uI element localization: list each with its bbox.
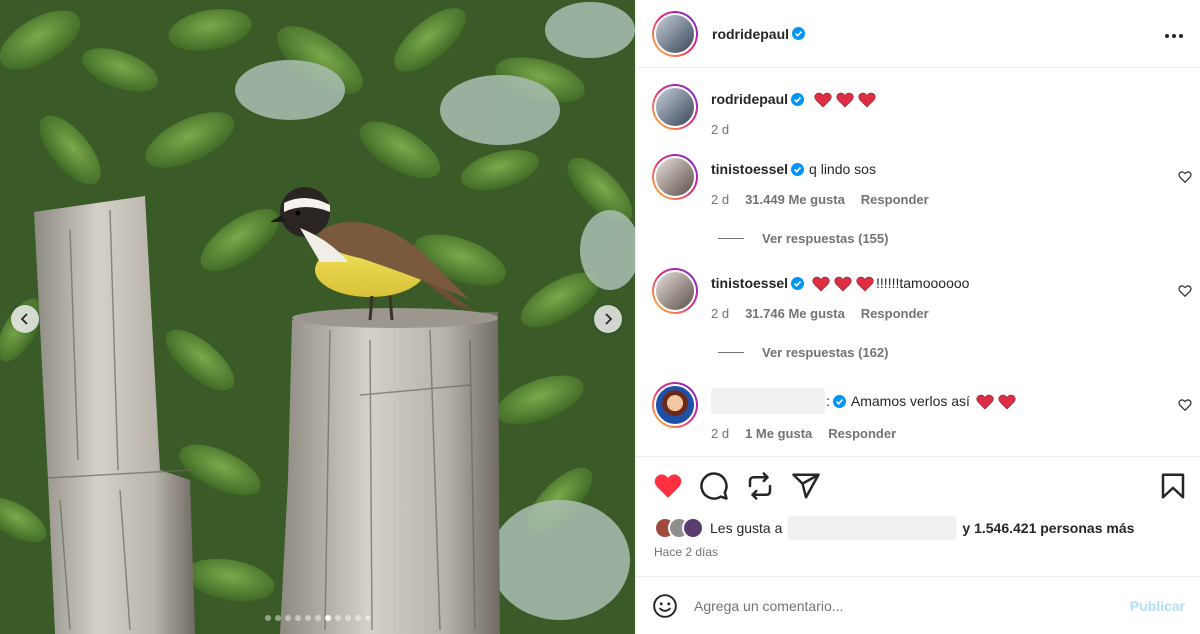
commenter-avatar[interactable] <box>652 154 698 200</box>
carousel-dot <box>264 615 271 621</box>
comment-username[interactable]: tinistoessel <box>711 160 788 178</box>
carousel-dot <box>344 615 351 621</box>
comment-icon[interactable] <box>699 471 729 501</box>
publish-button[interactable]: Publicar <box>1130 598 1185 614</box>
like-comment-heart-icon[interactable] <box>1178 398 1192 412</box>
verified-badge-icon <box>791 162 805 176</box>
view-replies-label: Ver respuestas (162) <box>762 345 889 360</box>
comment-text: !!!!!!tamoooooo <box>876 275 970 292</box>
verified-badge-icon <box>791 92 805 106</box>
comment-text: Amamos verlos así <box>850 393 970 409</box>
reply-button[interactable]: Responder <box>828 426 896 441</box>
redacted-username <box>711 388 825 414</box>
likes-summary: Les gusta a y 1.546.421 personas más <box>654 516 1134 540</box>
view-replies-button[interactable]: Ver respuestas (162) <box>718 345 888 360</box>
more-options-button[interactable] <box>1164 22 1184 45</box>
post-timestamp: Hace 2 días <box>654 545 719 559</box>
carousel-prev-button[interactable] <box>11 305 39 333</box>
post-actions <box>636 456 1200 516</box>
carousel-dot <box>334 615 341 621</box>
comment-composer: Publicar <box>636 576 1200 634</box>
post-details-panel: rodridepaul rodridepaul 2 d tinistoessel… <box>635 0 1200 634</box>
carousel-dot <box>274 615 281 621</box>
liked-heart-icon[interactable] <box>653 471 683 501</box>
post-caption: rodridepaul 2 d <box>652 84 1192 137</box>
carousel-next-button[interactable] <box>594 305 622 333</box>
comment-time: 2 d <box>711 426 730 441</box>
caption-avatar[interactable] <box>652 84 698 130</box>
comment-input[interactable] <box>694 597 1130 614</box>
save-bookmark-icon[interactable] <box>1158 471 1188 501</box>
like-comment-heart-icon[interactable] <box>1178 170 1192 184</box>
view-replies-button[interactable]: Ver respuestas (155) <box>718 231 888 246</box>
comment-hearts <box>808 274 874 292</box>
comment-hearts <box>972 392 1016 410</box>
red-heart-emoji-icon <box>812 277 830 292</box>
likes-prefix: Les gusta a <box>710 520 783 536</box>
commenter-avatar[interactable] <box>652 268 698 314</box>
post-header: rodridepaul <box>636 0 1200 68</box>
emoji-picker-icon[interactable] <box>652 593 678 619</box>
author-avatar[interactable] <box>652 10 698 57</box>
comment-likes[interactable]: 31.449 Me gusta <box>745 192 845 207</box>
red-heart-emoji-icon <box>998 394 1016 410</box>
comment-item: : Amamos verlos así 2 d 1 Me gusta Respo… <box>652 382 1192 441</box>
red-heart-emoji-icon <box>858 93 876 108</box>
carousel-indicator <box>0 615 635 621</box>
red-heart-emoji-icon <box>834 277 852 292</box>
instagram-post-view: rodridepaul rodridepaul 2 d tinistoessel… <box>0 0 1200 634</box>
like-comment-heart-icon[interactable] <box>1178 284 1192 298</box>
comment-item: tinistoessel q lindo sos 2 d 31.449 Me g… <box>652 154 1192 207</box>
liker-avatar <box>682 517 704 539</box>
more-horizontal-icon <box>1165 34 1183 38</box>
comment-likes[interactable]: 31.746 Me gusta <box>745 306 845 321</box>
comment-item: tinistoessel !!!!!!tamoooooo 2 d 31.746 … <box>652 268 1192 321</box>
red-heart-emoji-icon <box>814 93 832 108</box>
repost-icon[interactable] <box>745 471 775 501</box>
comments-section: rodridepaul 2 d tinistoessel q lindo sos… <box>636 68 1200 456</box>
carousel-dot <box>294 615 301 621</box>
comment-time: 2 d <box>711 306 730 322</box>
verified-badge-icon <box>791 276 805 290</box>
reply-button[interactable]: Responder <box>861 192 929 207</box>
carousel-dot <box>354 615 361 621</box>
caption-hearts <box>810 90 876 108</box>
carousel-dot <box>314 615 321 621</box>
redacted-liker <box>788 516 957 540</box>
comment-likes[interactable]: 1 Me gusta <box>745 426 812 441</box>
red-heart-emoji-icon <box>976 394 994 410</box>
chevron-left-icon <box>20 313 28 325</box>
replies-line <box>718 238 744 239</box>
carousel-dot <box>284 615 291 621</box>
author-username[interactable]: rodridepaul <box>712 26 789 42</box>
verified-badge-icon <box>792 27 806 40</box>
comment-text: q lindo sos <box>809 161 876 177</box>
share-icon[interactable] <box>791 471 821 501</box>
chevron-right-icon <box>605 313 613 325</box>
post-photo[interactable] <box>0 0 635 634</box>
comment-time: 2 d <box>711 192 730 207</box>
red-heart-emoji-icon <box>856 277 874 292</box>
verified-badge-icon <box>832 394 846 408</box>
carousel-dot <box>324 615 331 621</box>
caption-time: 2 d <box>711 122 730 138</box>
carousel-dot <box>304 615 311 621</box>
likes-count[interactable]: y 1.546.421 personas más <box>962 520 1134 536</box>
red-heart-emoji-icon <box>836 93 854 108</box>
view-replies-label: Ver respuestas (155) <box>762 231 889 246</box>
carousel-dot <box>364 615 371 621</box>
reply-button[interactable]: Responder <box>861 306 929 321</box>
bird-on-post-image <box>0 0 635 634</box>
comment-username[interactable]: tinistoessel <box>711 274 788 292</box>
caption-username[interactable]: rodridepaul <box>711 90 788 108</box>
replies-line <box>718 352 744 353</box>
commenter-avatar[interactable] <box>652 382 698 428</box>
username-colon: : <box>826 393 830 409</box>
